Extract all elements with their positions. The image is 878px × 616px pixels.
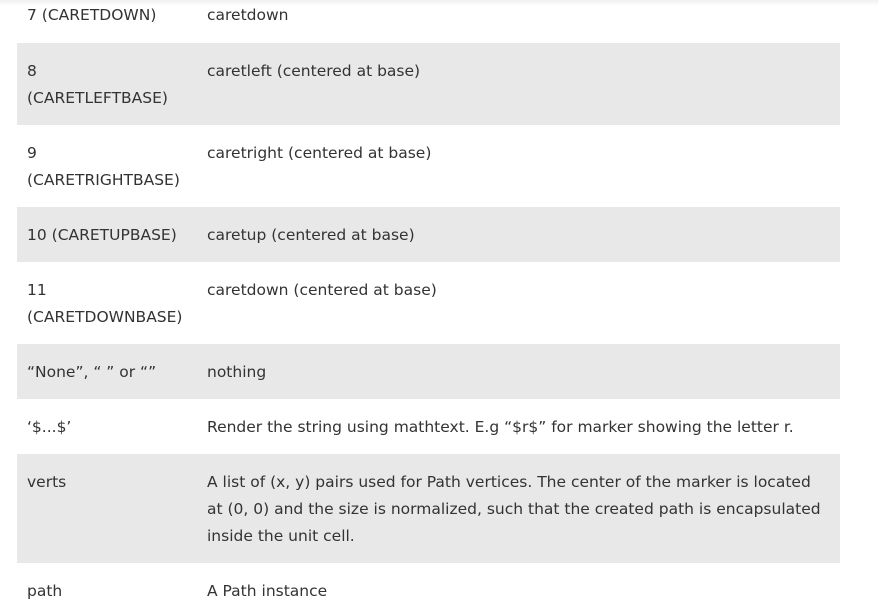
- marker-key: 11 (CARETDOWNBASE): [27, 281, 183, 326]
- table-row: 11 (CARETDOWNBASE) caretdown (centered a…: [17, 262, 840, 344]
- table-row: “None”, “ ” or “” nothing: [17, 344, 840, 399]
- table-row: 10 (CARETUPBASE) caretup (centered at ba…: [17, 207, 840, 262]
- marker-key: path: [27, 582, 63, 600]
- table-row: path A Path instance: [17, 563, 840, 616]
- marker-description: A list of (x, y) pairs used for Path ver…: [207, 473, 821, 545]
- marker-key: 8 (CARETLEFTBASE): [27, 58, 207, 112]
- table-row: ‘$...$’ Render the string using mathtext…: [17, 399, 840, 454]
- marker-key-number: 8 (CARETLEFTBASE): [27, 62, 168, 107]
- marker-key: 10 (CARETUPBASE): [27, 226, 177, 244]
- table-row: 7 (CARETDOWN) caretdown: [17, 0, 840, 43]
- marker-key: 9 (CARETRIGHTBASE): [27, 144, 180, 189]
- marker-description: caretup (centered at base): [207, 226, 415, 244]
- marker-description: Render the string using mathtext. E.g “$…: [207, 418, 794, 436]
- marker-description: caretright (centered at base): [207, 144, 432, 162]
- marker-table: 7 (CARETDOWN) caretdown 8 (CARETLEFTBASE…: [17, 0, 840, 616]
- marker-description: caretdown: [207, 6, 289, 24]
- table-row: verts A list of (x, y) pairs used for Pa…: [17, 454, 840, 563]
- marker-description: A Path instance: [207, 582, 328, 600]
- marker-description: nothing: [207, 363, 267, 381]
- marker-key: 7 (CARETDOWN): [27, 6, 157, 24]
- table-row: 9 (CARETRIGHTBASE) caretright (centered …: [17, 125, 840, 207]
- marker-description: caretdown (centered at base): [207, 281, 437, 299]
- table-row: 8 (CARETLEFTBASE) caretleft (centered at…: [17, 43, 840, 125]
- marker-key: verts: [27, 473, 67, 491]
- marker-key: “None”, “ ” or “”: [27, 363, 157, 381]
- marker-description: caretleft (centered at base): [207, 62, 421, 80]
- marker-key: ‘$...$’: [27, 418, 72, 436]
